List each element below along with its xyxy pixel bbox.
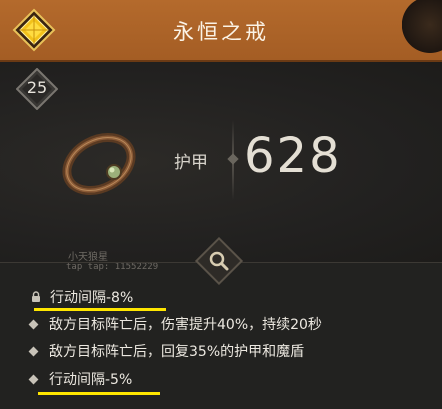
item-main-section: 25 护甲 628 小天狼星 tap tap: 11552229 [0, 62, 442, 272]
watermark-name: 小天狼星 [68, 252, 108, 263]
affix-text: 敌方目标阵亡后，回复35%的护甲和魔盾 [49, 344, 305, 360]
affix-text: 行动间隔-5% [49, 372, 133, 388]
affix-highlight [38, 392, 160, 395]
watermark-id: tap tap: 11552229 [66, 262, 159, 272]
ring-icon [62, 132, 136, 196]
affix-row: 行动间隔-8% [30, 284, 133, 310]
bullet-icon [28, 346, 39, 356]
bullet-icon [28, 319, 39, 329]
lock-icon[interactable] [30, 291, 42, 303]
stat-label: 护甲 [174, 153, 208, 173]
affix-row: 敌方目标阵亡后，伤害提升40%，持续20秒 [28, 311, 322, 337]
item-header: 永恒之戒 [0, 0, 442, 62]
affix-text: 敌方目标阵亡后，伤害提升40%，持续20秒 [49, 317, 322, 333]
stat-divider-dot [227, 153, 239, 165]
bullet-icon [28, 374, 39, 384]
magnifier-icon[interactable] [202, 244, 236, 278]
stat-value: 628 [244, 128, 342, 184]
affix-text: 行动间隔-8% [50, 290, 134, 306]
affix-row: 敌方目标阵亡后，回复35%的护甲和魔盾 [28, 338, 305, 364]
item-name: 永恒之戒 [173, 20, 269, 44]
corner-ornament-icon [402, 0, 442, 62]
item-level: 25 [26, 78, 48, 97]
affix-row: 行动间隔-5% [28, 366, 133, 392]
